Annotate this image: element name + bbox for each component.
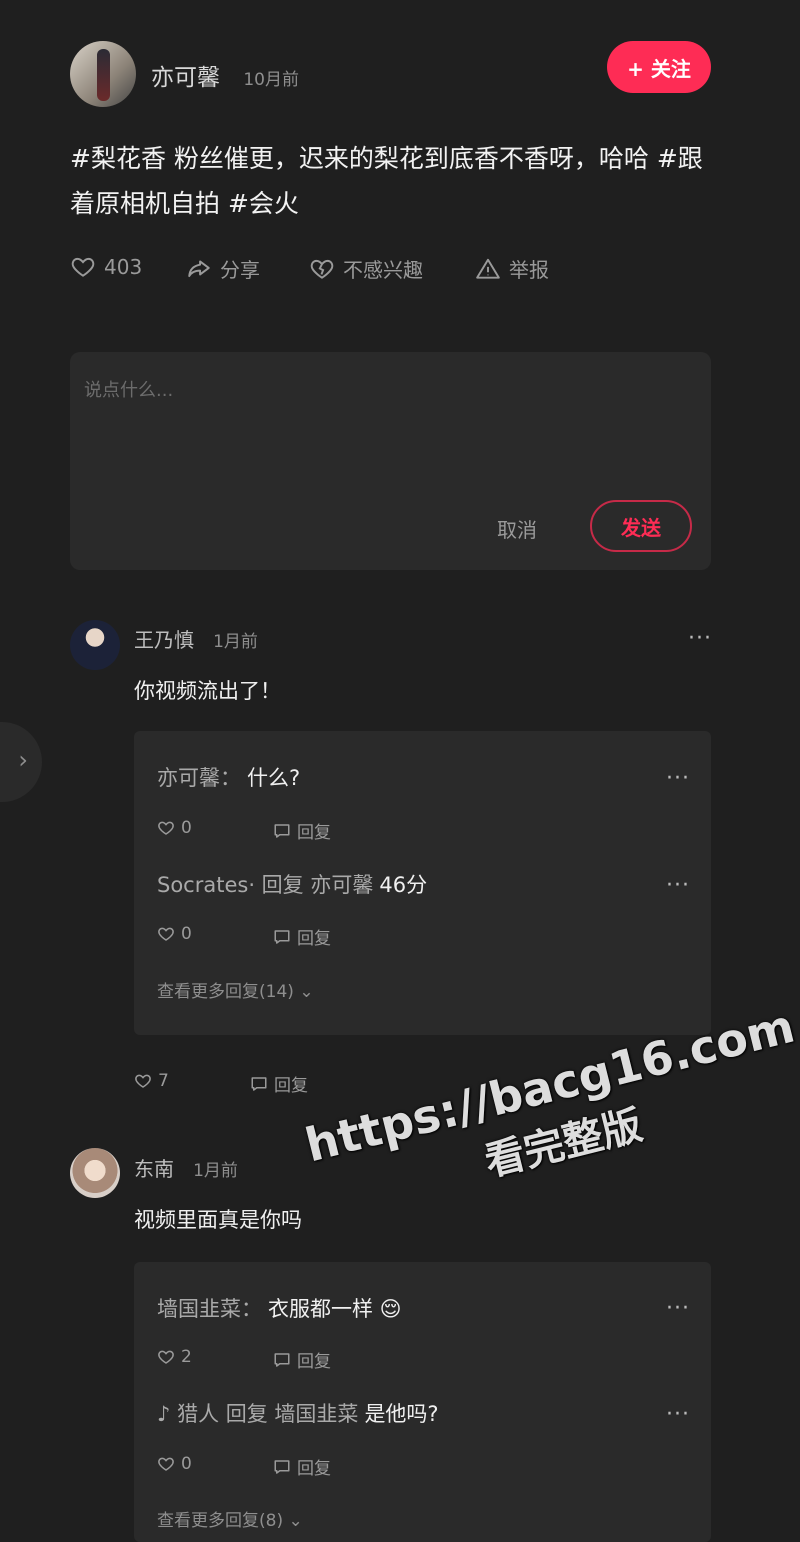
reply-text: 什么? (247, 766, 301, 790)
more-options-icon[interactable]: ··· (666, 1402, 690, 1427)
comment-icon (274, 929, 290, 944)
reply-author[interactable]: Socrates· 回复 亦可馨 (157, 873, 373, 897)
follow-button[interactable]: + 关注 (607, 41, 711, 93)
warning-icon (476, 258, 500, 279)
comment-time: 1月前 (213, 632, 258, 652)
more-options-icon[interactable]: ··· (666, 766, 690, 791)
post-time: 10月前 (243, 70, 299, 90)
heart-icon (158, 1350, 174, 1364)
share-button[interactable]: 分享 (186, 254, 260, 283)
more-options-icon[interactable]: ··· (666, 873, 690, 898)
reply-like-button[interactable]: 2 (157, 1347, 192, 1367)
author-avatar[interactable] (70, 41, 136, 107)
reply-like-button[interactable]: 0 (157, 1454, 192, 1474)
reply-item: 墙国韭菜： 衣服都一样 😌 (157, 1293, 402, 1323)
send-button[interactable]: 发送 (590, 500, 692, 552)
share-icon (188, 259, 210, 277)
expand-panel-button[interactable]: › (0, 722, 42, 802)
comment-time: 1月前 (193, 1161, 238, 1181)
commenter-avatar[interactable] (70, 1148, 120, 1198)
reply-like-button[interactable]: 0 (157, 818, 192, 838)
comment-icon (274, 823, 290, 838)
more-options-icon[interactable]: ··· (688, 626, 712, 651)
like-button[interactable]: 403 (70, 254, 142, 280)
heart-icon (158, 821, 174, 835)
comment-author[interactable]: 东南 (134, 1157, 174, 1181)
comment-icon (274, 1459, 290, 1474)
broken-heart-icon (310, 259, 334, 279)
comment-like-button[interactable]: 7 (134, 1071, 169, 1091)
reply-author[interactable]: 亦可馨： (157, 766, 241, 790)
chevron-right-icon: › (18, 746, 28, 774)
reply-item: 亦可馨： 什么? (157, 762, 300, 792)
reply-button[interactable]: 回复 (273, 818, 331, 843)
post-text: #梨花香 粉丝催更，迟来的梨花到底香不香呀，哈哈 #跟着原相机自拍 #会火 (70, 144, 703, 218)
chevron-down-icon: ⌄ (299, 982, 314, 1002)
comment-icon (251, 1076, 267, 1091)
report-button[interactable]: 举报 (475, 254, 549, 283)
comment-author[interactable]: 王乃慎 (134, 628, 194, 652)
reply-text: 是他吗? (364, 1402, 439, 1426)
comment-icon (274, 1352, 290, 1367)
comment-reply-button[interactable]: 回复 (250, 1071, 308, 1096)
reply-button[interactable]: 回复 (273, 1347, 331, 1372)
reply-like-button[interactable]: 0 (157, 924, 192, 944)
chevron-down-icon: ⌄ (288, 1511, 303, 1531)
commenter-avatar[interactable] (70, 620, 120, 670)
heart-icon (135, 1074, 151, 1088)
cancel-button[interactable]: 取消 (497, 514, 537, 543)
reply-item: Socrates· 回复 亦可馨 46分 (157, 869, 427, 899)
heart-icon (158, 1457, 174, 1471)
view-more-replies[interactable]: 查看更多回复(8) ⌄ (157, 1506, 303, 1531)
more-options-icon[interactable]: ··· (666, 1296, 690, 1321)
heart-icon (158, 927, 174, 941)
comment-text: 你视频流出了！ (134, 679, 281, 703)
comment-placeholder: 说点什么... (84, 380, 174, 401)
view-more-replies[interactable]: 查看更多回复(14) ⌄ (157, 977, 314, 1002)
heart-icon (71, 257, 95, 277)
post-author[interactable]: 亦可馨 10月前 (151, 58, 299, 92)
comment-text: 视频里面真是你吗 (134, 1208, 302, 1232)
reply-author[interactable]: 墙国韭菜： (157, 1297, 262, 1321)
reply-text: 衣服都一样 😌 (268, 1297, 402, 1321)
comment-header: 东南 1月前 (134, 1153, 238, 1182)
like-count: 403 (104, 255, 143, 279)
comment-header: 王乃慎 1月前 (134, 624, 258, 653)
reply-author[interactable]: ♪ 猎人 回复 墙国韭菜 (157, 1402, 358, 1426)
reply-button[interactable]: 回复 (273, 1454, 331, 1479)
not-interested-button[interactable]: 不感兴趣 (309, 254, 423, 283)
reply-button[interactable]: 回复 (273, 924, 331, 949)
reply-item: ♪ 猎人 回复 墙国韭菜 是他吗? (157, 1398, 439, 1428)
reply-text: 46分 (379, 873, 428, 897)
